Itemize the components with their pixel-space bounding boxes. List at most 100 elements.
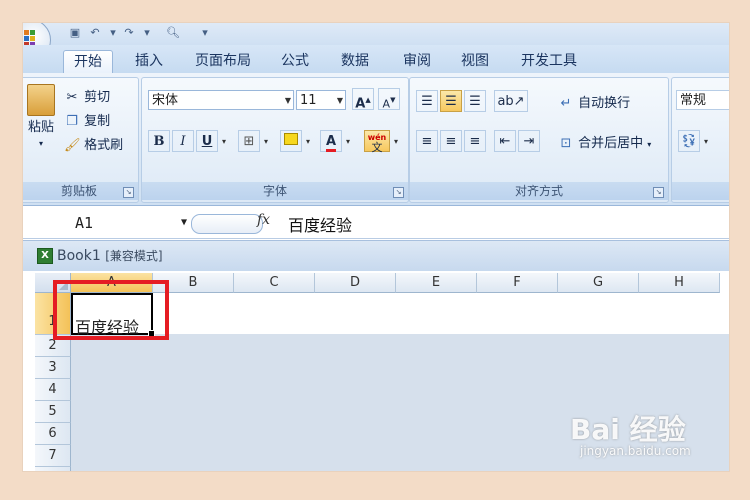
alignment-group: ☰ ☰ ☰ ab↗ ↵ 自动换行 ≡ ≡ ≡ ⇤ ⇥ ⊡ 合并后居中 ▾ 对齐方… bbox=[409, 77, 669, 203]
align-left-button[interactable]: ≡ bbox=[416, 130, 438, 152]
row-header-5[interactable]: 5 bbox=[35, 401, 71, 423]
excel-workbook-icon[interactable]: X bbox=[37, 248, 53, 264]
increase-indent-icon: ⇥ bbox=[523, 134, 535, 149]
row-header-7[interactable]: 7 bbox=[35, 445, 71, 467]
tab-developer[interactable]: 开发工具 bbox=[511, 50, 587, 73]
name-box[interactable]: A1 ▼ bbox=[27, 212, 187, 234]
grow-font-button[interactable]: A▲ bbox=[352, 88, 374, 111]
copy-button[interactable]: ❐ 复制 bbox=[64, 110, 110, 129]
tab-home[interactable]: 开始 bbox=[63, 50, 113, 74]
row-header-6[interactable]: 6 bbox=[35, 423, 71, 445]
align-middle-icon: ☰ bbox=[445, 94, 457, 109]
borders-button[interactable]: ⊞ bbox=[238, 130, 260, 152]
column-header-d[interactable]: D bbox=[315, 273, 396, 293]
column-header-c[interactable]: C bbox=[234, 273, 315, 293]
font-name-value: 宋体 bbox=[152, 93, 179, 108]
wrap-text-button[interactable]: ↵ 自动换行 bbox=[558, 92, 631, 111]
fill-color-dropdown-icon[interactable]: ▾ bbox=[306, 137, 310, 146]
paste-button[interactable]: 粘贴 ▾ bbox=[26, 84, 56, 156]
name-box-dropdown-icon[interactable]: ▼ bbox=[181, 212, 187, 234]
alignment-dialog-launcher[interactable]: ↘ bbox=[653, 187, 664, 198]
align-middle-button[interactable]: ☰ bbox=[440, 90, 462, 112]
align-center-button[interactable]: ≡ bbox=[440, 130, 462, 152]
ribbon: 粘贴 ▾ ✂ 剪切 ❐ 复制 🖌︎ 格式刷 剪贴板 ↘ 宋体 ▼ 11 ▼ A▲ A… bbox=[23, 73, 729, 206]
watermark-url: jingyan.baidu.com bbox=[580, 444, 691, 458]
font-size-select[interactable]: 11 ▼ bbox=[296, 90, 346, 110]
tab-insert[interactable]: 插入 bbox=[125, 50, 173, 73]
font-size-dropdown-icon: ▼ bbox=[336, 96, 343, 105]
accounting-format-button[interactable]: 💱︎ bbox=[678, 130, 700, 152]
ribbon-tabs: 开始 插入 页面布局 公式 数据 审阅 视图 开发工具 bbox=[23, 45, 729, 74]
merge-dropdown-icon[interactable]: ▾ bbox=[647, 140, 651, 149]
increase-indent-button[interactable]: ⇥ bbox=[518, 130, 540, 152]
scissors-icon: ✂ bbox=[66, 90, 78, 105]
customize-toolbar-icon[interactable]: ▾ bbox=[197, 26, 213, 40]
borders-dropdown-icon[interactable]: ▾ bbox=[264, 137, 268, 146]
font-name-select[interactable]: 宋体 ▼ bbox=[148, 90, 294, 110]
column-header-h[interactable]: H bbox=[639, 273, 720, 293]
align-center-icon: ≡ bbox=[445, 134, 457, 149]
clipboard-dialog-launcher[interactable]: ↘ bbox=[123, 187, 134, 198]
cut-button[interactable]: ✂ 剪切 bbox=[64, 86, 111, 105]
undo-dropdown-icon[interactable]: ▾ bbox=[105, 26, 121, 40]
align-bottom-button[interactable]: ☰ bbox=[464, 90, 486, 112]
fill-bucket-icon bbox=[284, 133, 298, 145]
decrease-indent-button[interactable]: ⇤ bbox=[494, 130, 516, 152]
italic-button[interactable]: I bbox=[172, 130, 194, 152]
tab-page-layout[interactable]: 页面布局 bbox=[185, 50, 261, 73]
format-painter-label: 格式刷 bbox=[84, 138, 124, 153]
align-right-button[interactable]: ≡ bbox=[464, 130, 486, 152]
underline-dropdown-icon[interactable]: ▾ bbox=[222, 137, 226, 146]
font-group: 宋体 ▼ 11 ▼ A▲ A▼ B I U ▾ ⊞ ▾ ▾ A ▾ wén 文 ▾ 字… bbox=[141, 77, 409, 203]
merge-center-button[interactable]: ⊡ 合并后居中 ▾ bbox=[558, 132, 652, 151]
phonetic-guide-button[interactable]: wén 文 bbox=[364, 130, 390, 153]
row-header-3[interactable]: 3 bbox=[35, 357, 71, 379]
excel-window: ▣ ↶ ▾ ↷ ▾ 🔍︎ ▾ 开始 插入 页面布局 公式 数据 审阅 视图 开发… bbox=[22, 22, 730, 472]
clipboard-group-label: 剪贴板 bbox=[23, 182, 138, 200]
font-color-dropdown-icon[interactable]: ▾ bbox=[346, 137, 350, 146]
align-left-icon: ≡ bbox=[421, 134, 433, 149]
underline-button[interactable]: U bbox=[196, 130, 218, 152]
redo-icon[interactable]: ↷ bbox=[121, 26, 137, 40]
column-header-e[interactable]: E bbox=[396, 273, 477, 293]
accounting-dropdown-icon[interactable]: ▾ bbox=[704, 137, 708, 146]
tab-view[interactable]: 视图 bbox=[451, 50, 499, 73]
formula-bar-splitter[interactable] bbox=[191, 214, 263, 234]
format-painter-button[interactable]: 🖌︎ 格式刷 bbox=[64, 134, 123, 153]
phonetic-dropdown-icon[interactable]: ▾ bbox=[394, 137, 398, 146]
merge-center-label: 合并后居中 bbox=[578, 136, 644, 151]
currency-icon: 💱︎ bbox=[680, 134, 698, 149]
bold-button[interactable]: B bbox=[148, 130, 170, 152]
clipboard-group: 粘贴 ▾ ✂ 剪切 ❐ 复制 🖌︎ 格式刷 剪贴板 ↘ bbox=[23, 77, 139, 203]
paste-dropdown-icon[interactable]: ▾ bbox=[39, 139, 43, 148]
row-header-8[interactable]: 8 bbox=[35, 467, 71, 471]
redo-dropdown-icon[interactable]: ▾ bbox=[139, 26, 155, 40]
column-header-g[interactable]: G bbox=[558, 273, 639, 293]
borders-icon: ⊞ bbox=[243, 134, 255, 149]
insert-function-icon[interactable]: fx bbox=[257, 212, 270, 228]
print-preview-icon[interactable]: 🔍︎ bbox=[165, 26, 181, 40]
tab-formulas[interactable]: 公式 bbox=[271, 50, 319, 73]
font-size-value: 11 bbox=[300, 93, 317, 108]
undo-icon[interactable]: ↶ bbox=[87, 26, 103, 40]
name-box-value: A1 bbox=[75, 214, 94, 232]
highlight-box bbox=[53, 280, 169, 340]
save-icon[interactable]: ▣ bbox=[67, 26, 83, 40]
column-header-f[interactable]: F bbox=[477, 273, 558, 293]
font-dialog-launcher[interactable]: ↘ bbox=[393, 187, 404, 198]
align-top-button[interactable]: ☰ bbox=[416, 90, 438, 112]
compat-mode-label: [兼容模式] bbox=[105, 249, 163, 263]
row-header-4[interactable]: 4 bbox=[35, 379, 71, 401]
tab-review[interactable]: 审阅 bbox=[393, 50, 441, 73]
font-group-label: 字体 bbox=[142, 182, 408, 200]
number-group-label bbox=[672, 182, 729, 200]
fill-color-button[interactable] bbox=[280, 130, 302, 152]
paste-label: 粘贴 bbox=[27, 120, 54, 135]
tab-data[interactable]: 数据 bbox=[331, 50, 379, 73]
orientation-button[interactable]: ab↗ bbox=[494, 90, 528, 112]
shrink-font-button[interactable]: A▼ bbox=[378, 88, 400, 110]
number-format-select[interactable]: 常规 bbox=[676, 90, 729, 110]
font-color-button[interactable]: A bbox=[320, 130, 342, 152]
formula-input[interactable]: 百度经验 bbox=[288, 212, 352, 236]
orientation-icon: ab↗ bbox=[497, 94, 525, 109]
